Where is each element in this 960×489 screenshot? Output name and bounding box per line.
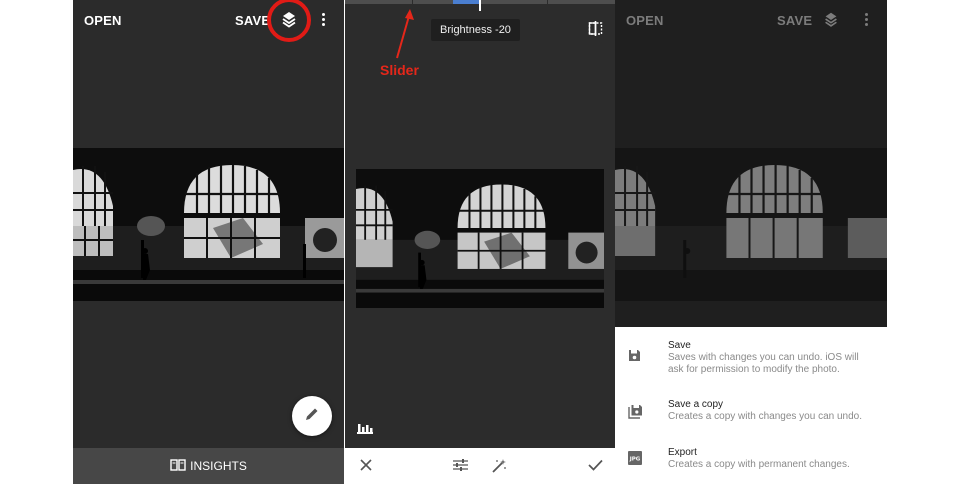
open-button[interactable]: OPEN bbox=[84, 13, 122, 28]
more-vert-icon[interactable] bbox=[865, 13, 869, 28]
photo-preview bbox=[615, 148, 887, 301]
insights-label: INSIGHTS bbox=[190, 459, 247, 473]
tune-icon[interactable] bbox=[453, 458, 468, 477]
option-description: Creates a copy with changes you can undo… bbox=[668, 411, 863, 422]
slider-annotation-label: Slider bbox=[380, 62, 419, 78]
close-icon[interactable] bbox=[359, 458, 373, 477]
option-description: Creates a copy with permanent changes. bbox=[668, 459, 850, 470]
magic-wand-icon[interactable] bbox=[491, 458, 507, 479]
photo-preview bbox=[356, 169, 604, 308]
save-copy-icon bbox=[628, 404, 643, 424]
histogram-icon[interactable] bbox=[357, 420, 373, 439]
option-title: Save bbox=[668, 340, 691, 351]
edit-fab[interactable] bbox=[292, 396, 332, 436]
check-icon[interactable] bbox=[588, 458, 603, 477]
edit-toolbar bbox=[345, 448, 615, 484]
photo-preview bbox=[73, 148, 344, 301]
stacked-layers-icon[interactable] bbox=[822, 11, 840, 34]
open-button[interactable]: OPEN bbox=[626, 13, 664, 28]
slider-thumb[interactable] bbox=[479, 0, 481, 11]
insights-button[interactable]: INSIGHTS bbox=[73, 448, 344, 484]
save-button[interactable]: SAVE bbox=[777, 13, 812, 28]
svg-text:JPG: JPG bbox=[629, 457, 641, 463]
option-title: Save a copy bbox=[668, 399, 724, 410]
slider-fill bbox=[453, 0, 480, 4]
export-option[interactable]: JPG Export Creates a copy with permanent… bbox=[615, 447, 887, 477]
save-copy-option[interactable]: Save a copy Creates a copy with changes … bbox=[615, 399, 887, 429]
option-description: Saves with changes you can undo. iOS wil… bbox=[668, 352, 859, 375]
save-menu-screen: OPEN SAVE Save Saves with changes you ca… bbox=[615, 0, 887, 484]
highlight-circle bbox=[267, 0, 311, 42]
save-button[interactable]: SAVE bbox=[235, 13, 270, 28]
book-icon bbox=[170, 458, 190, 474]
jpg-file-icon: JPG bbox=[628, 451, 642, 470]
brightness-tooltip: Brightness -20 bbox=[431, 19, 520, 41]
save-options-sheet: Save Saves with changes you can undo. iO… bbox=[615, 327, 887, 484]
brightness-slider[interactable] bbox=[345, 0, 615, 11]
compare-icon[interactable] bbox=[588, 21, 603, 41]
save-icon bbox=[628, 349, 641, 367]
more-vert-icon[interactable] bbox=[322, 13, 326, 28]
pencil-icon bbox=[304, 406, 320, 427]
option-title: Export bbox=[668, 447, 697, 458]
save-option[interactable]: Save Saves with changes you can undo. iO… bbox=[615, 339, 887, 379]
editor-screen-main: OPEN SAVE INSIGHTS bbox=[73, 0, 344, 484]
